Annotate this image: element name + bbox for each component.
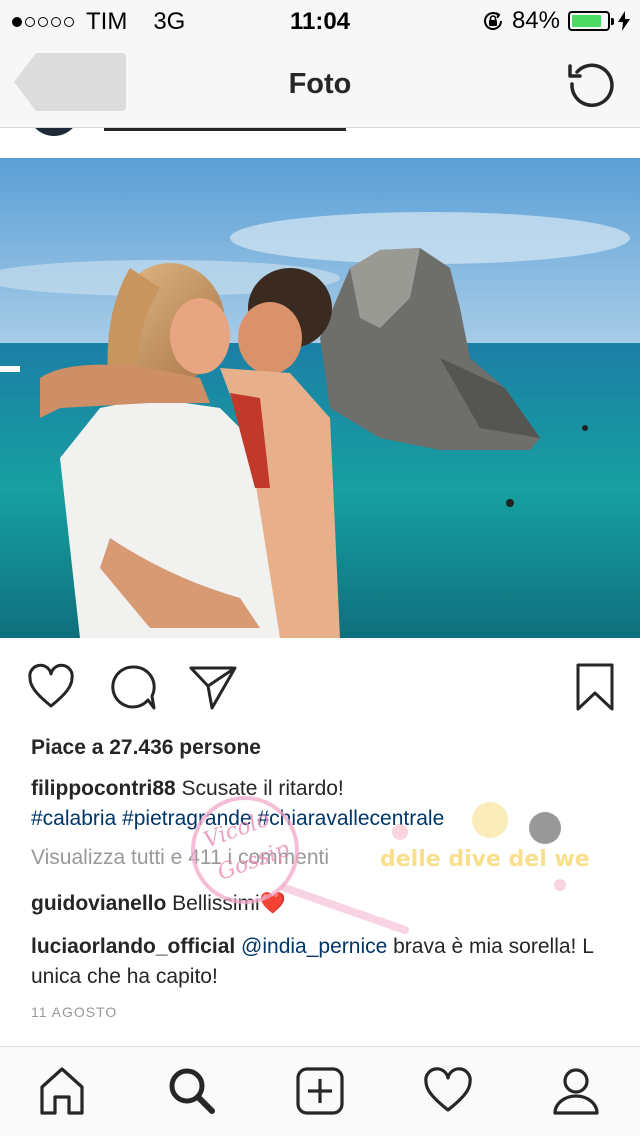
caption-text: Scusate il ritardo! (175, 777, 344, 800)
comment-item: guidovianello Bellissimi❤️ (31, 892, 286, 916)
comment-username[interactable]: luciaorlando_official (31, 935, 235, 958)
battery-percent: 84% (511, 7, 560, 34)
comment-text: Bellissimi (166, 892, 260, 915)
search-icon[interactable] (166, 1065, 218, 1117)
charging-bolt-icon (618, 11, 630, 31)
post-date: 11 AGOSTO (31, 1004, 118, 1020)
comment-username[interactable]: guidovianello (31, 892, 166, 915)
caption-username[interactable]: filippocontri88 (31, 777, 176, 800)
view-all-comments-link[interactable]: Visualizza tutti e 411 i commenti (31, 846, 329, 870)
svg-text:delle dive del web: delle dive del web (380, 847, 590, 872)
battery-icon (568, 11, 614, 31)
post-caption: filippocontri88 Scusate il ritardo! #cal… (31, 774, 611, 834)
rotation-lock-icon (483, 12, 502, 30)
heart-icon[interactable] (26, 662, 76, 712)
caption-hashtags[interactable]: #calabria #pietragrande #chiaravallecent… (31, 807, 444, 830)
add-icon[interactable] (294, 1065, 346, 1117)
red-heart-emoji: ❤️ (259, 892, 286, 915)
post-username[interactable] (104, 128, 346, 131)
share-icon[interactable] (188, 662, 238, 712)
bookmark-icon[interactable] (570, 662, 620, 712)
post-header (0, 128, 640, 158)
comment-icon[interactable] (108, 662, 158, 712)
profile-icon[interactable] (550, 1065, 602, 1117)
comment-item: luciaorlando_official @india_pernice bra… (31, 932, 621, 992)
page-title: Foto (288, 68, 352, 100)
likes-count[interactable]: Piace a 27.436 persone (31, 736, 261, 760)
tab-bar (0, 1046, 640, 1136)
refresh-icon[interactable] (566, 58, 618, 110)
status-bar: TIM 3G 11:04 84% (0, 0, 640, 40)
post-photo[interactable] (0, 158, 640, 638)
nav-header: Foto (0, 40, 640, 128)
avatar[interactable] (28, 128, 80, 136)
comment-mention[interactable]: @india_pernice (235, 935, 387, 958)
home-icon[interactable] (36, 1065, 88, 1117)
activity-heart-icon[interactable] (422, 1065, 474, 1117)
post-actions (0, 640, 640, 730)
